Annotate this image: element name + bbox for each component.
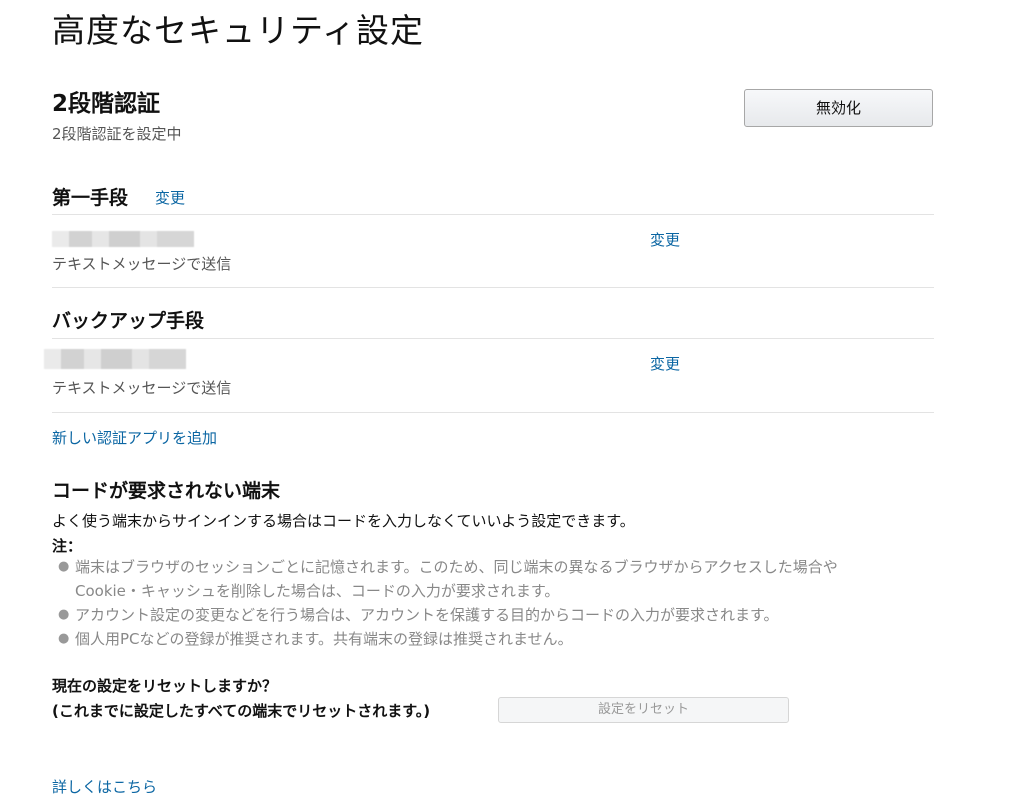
disable-button[interactable]: 無効化 <box>744 89 933 127</box>
divider <box>52 338 934 339</box>
bullet-icon: ● <box>58 631 70 646</box>
primary-method-detail: テキストメッセージで送信 <box>52 255 232 273</box>
masked-phone-number <box>52 231 194 247</box>
divider <box>52 214 934 215</box>
masked-phone-number <box>44 349 186 369</box>
primary-method-change-link[interactable]: 変更 <box>155 187 185 208</box>
reset-question-line1: 現在の設定をリセットしますか？ <box>52 677 278 695</box>
backup-method-detail: テキストメッセージで送信 <box>52 379 232 397</box>
list-item: ● 個人用PCなどの登録が推奨されます。共有端末の登録は推奨されません。 <box>58 627 938 651</box>
note-label: 注： <box>52 537 83 555</box>
trusted-devices-title: コードが要求されない端末 <box>52 480 281 502</box>
backup-item-change-link[interactable]: 変更 <box>650 353 680 374</box>
divider <box>52 412 934 413</box>
trusted-devices-description: よく使う端末からサインインする場合はコードを入力しなくていいよう設定できます。 <box>52 512 635 530</box>
two-step-status: 2段階認証を設定中 <box>52 125 182 143</box>
learn-more-link[interactable]: 詳しくはこちら <box>52 776 157 797</box>
bullet-icon: ● <box>58 607 70 622</box>
two-step-title: 2段階認証 <box>52 91 161 117</box>
reset-question: 現在の設定をリセットしますか？ (これまでに設定したすべての端末でリセットされま… <box>52 674 430 724</box>
divider <box>52 287 934 288</box>
reset-question-line2: (これまでに設定したすべての端末でリセットされます。) <box>52 702 431 720</box>
page-title: 高度なセキュリティ設定 <box>52 11 425 50</box>
list-item: ● アカウント設定の変更などを行う場合は、アカウントを保護する目的からコードの入… <box>58 603 938 627</box>
primary-item-change-link[interactable]: 変更 <box>650 229 680 250</box>
add-auth-app-link[interactable]: 新しい認証アプリを追加 <box>52 427 217 448</box>
bullet-icon: ● <box>58 559 70 574</box>
primary-method-title: 第一手段 <box>52 187 129 209</box>
list-item: ● 端末はブラウザのセッションごとに記憶されます。このため、同じ端末の異なるブラ… <box>58 555 938 603</box>
notes-list: ● 端末はブラウザのセッションごとに記憶されます。このため、同じ端末の異なるブラ… <box>58 555 938 651</box>
reset-settings-button[interactable]: 設定をリセット <box>498 697 789 723</box>
backup-method-title: バックアップ手段 <box>52 310 205 332</box>
